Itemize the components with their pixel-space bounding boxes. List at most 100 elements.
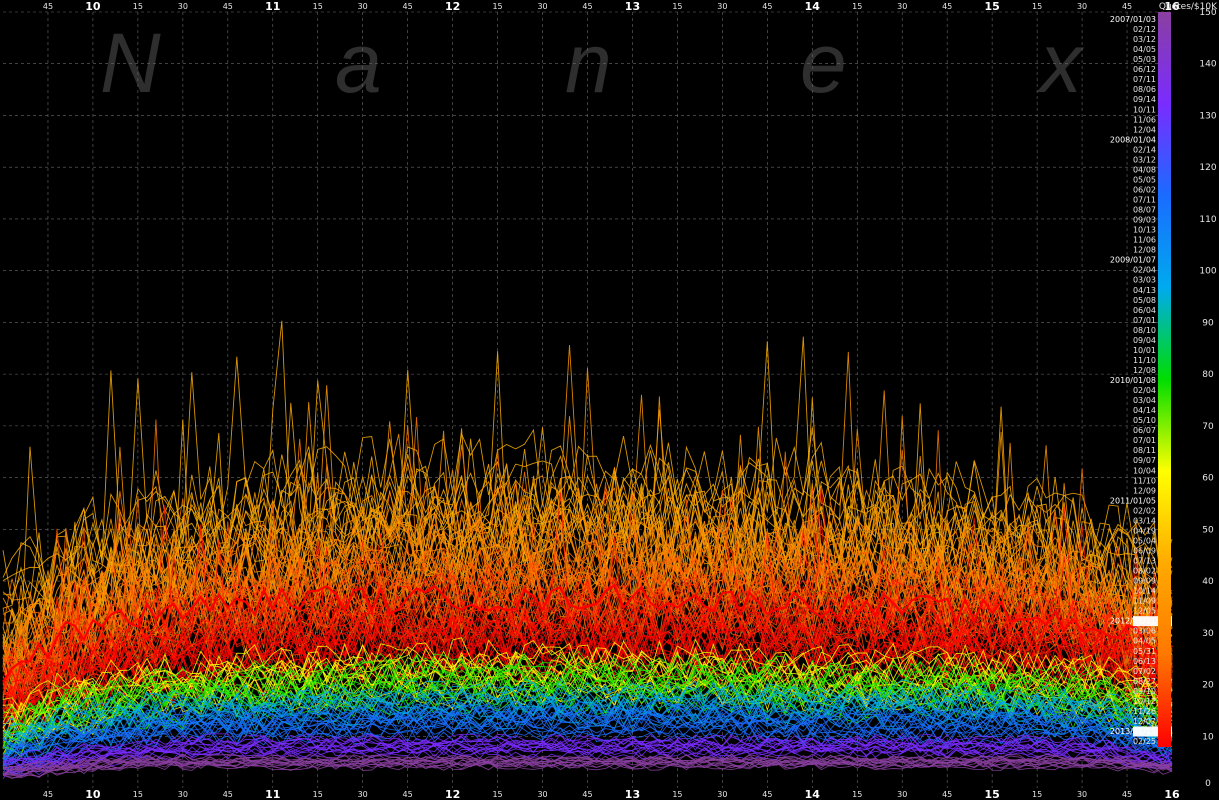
x-tick-label-top: 45 [942,2,952,11]
x-tick-label-bottom: 13 [625,788,640,800]
date-label: 09/10 [1133,687,1156,696]
date-label: 03/03 [1133,276,1156,285]
x-tick-label-bottom: 30 [358,790,368,799]
date-label: 07/01 [1133,436,1156,445]
x-tick-label-bottom: 45 [762,790,772,799]
x-tick-label-top: 30 [1077,2,1087,11]
date-label: 07/11 [1133,75,1156,84]
date-label: 09/14 [1133,95,1156,104]
watermark-letter: x [1036,16,1085,110]
x-tick-label-bottom: 45 [43,790,53,799]
date-label: 12/08 [1133,246,1156,255]
y-tick-label: 150 [1199,8,1216,18]
date-label: 2010/01/08 [1110,376,1156,385]
date-label: 03/04 [1133,396,1156,405]
date-label: 10/13 [1133,226,1156,235]
x-tick-label-bottom: 14 [805,788,821,800]
date-label: 2007/01/03 [1110,15,1156,24]
x-tick-label-bottom: 45 [942,790,952,799]
date-label: 2011/01/05 [1110,496,1156,505]
date-label: 2013/01/15 [1110,727,1156,736]
x-tick-label-top: 10 [85,0,101,13]
colorbar-bar [1158,12,1171,747]
date-label: 10/04 [1133,466,1156,475]
date-label: 11/06 [1133,115,1156,124]
x-tick-label-bottom: 45 [403,790,413,799]
date-label: 05/04 [1133,536,1156,545]
x-tick-label-bottom: 45 [223,790,233,799]
date-label: 03/14 [1133,516,1156,525]
chart-canvas: Na n e x 45 10 15 30 45 11 15 30 45 12 15 30 45 13 15 30 45… [0,0,1219,800]
y-tick-label: 110 [1199,215,1216,225]
date-label: 03/12 [1133,35,1156,44]
x-tick-label-bottom: 10 [85,788,101,800]
y-tick-label: 0 [1205,779,1211,789]
y-tick-label: 80 [1202,370,1214,380]
date-label: 12/07 [1133,717,1156,726]
date-label: 07/13 [1133,557,1156,566]
date-label: 06/12 [1133,65,1156,74]
watermark-letter: n [565,16,612,110]
x-tick-label-bottom: 30 [717,790,727,799]
x-tick-label-top: 45 [403,2,413,11]
x-tick-label-top: 15 [1032,2,1042,11]
x-tick-label-bottom: 15 [492,790,502,799]
date-label: 05/05 [1133,175,1156,184]
date-label: 11/10 [1133,476,1156,485]
date-label: 08/06 [1133,85,1156,94]
date-label: 08/07 [1133,206,1156,215]
x-tick-label-top: 14 [805,0,821,13]
x-tick-label-top: 30 [717,2,727,11]
date-label: 06/07 [1133,426,1156,435]
x-tick-label-top: 30 [897,2,907,11]
y-tick-label: 100 [1199,267,1216,277]
date-label: 04/13 [1133,286,1156,295]
x-tick-label-top: 30 [358,2,368,11]
x-tick-label-top: 45 [223,2,233,11]
date-label: 05/10 [1133,416,1156,425]
x-tick-label-top: 15 [492,2,502,11]
date-label: 10/01 [1133,346,1156,355]
date-label: 03/12 [1133,155,1156,164]
y-tick-label: 120 [1199,163,1216,173]
date-label: 04/08 [1133,165,1156,174]
date-label: 06/09 [1133,546,1156,555]
date-label: 04/14 [1133,406,1156,415]
date-label: 05/31 [1133,647,1156,656]
y-tick-label: 90 [1202,318,1214,328]
date-label: 10/12 [1133,697,1156,706]
date-label: 08/27 [1133,677,1156,686]
date-label: 05/08 [1133,296,1156,305]
x-tick-label-top: 13 [625,0,640,13]
date-label: 11/09 [1133,597,1156,606]
x-tick-label-bottom: 15 [672,790,682,799]
watermark-letter: N [100,16,161,110]
date-label: 12/09 [1133,486,1156,495]
date-label: 08/02 [1133,567,1156,576]
date-label: 2008/01/04 [1110,135,1156,144]
date-label: 02/04 [1133,266,1156,275]
y-tick-label: 140 [1199,60,1216,70]
x-tick-label-top: 45 [43,2,53,11]
x-tick-label-top: 12 [445,0,460,13]
x-tick-label-top: 15 [672,2,682,11]
date-label: 11/06 [1133,236,1156,245]
x-tick-label-bottom: 12 [445,788,460,800]
date-label: 05/03 [1133,55,1156,64]
date-label: 02/12 [1133,25,1156,34]
x-tick-label-bottom: 45 [1122,790,1132,799]
date-label: 12/05 [1133,607,1156,616]
x-tick-label-top: 15 [133,2,143,11]
watermark-letter: e [800,16,847,110]
y-tick-label: 60 [1202,474,1214,484]
x-tick-label-bottom: 15 [1032,790,1042,799]
x-tick-label-bottom: 30 [897,790,907,799]
date-label: 04/19 [1133,526,1156,535]
date-label: 09/09 [1133,577,1156,586]
x-tick-label-bottom: 30 [1077,790,1087,799]
date-label: 07/01 [1133,316,1156,325]
x-tick-label-top: 30 [537,2,547,11]
date-label: 06/02 [1133,185,1156,194]
date-label: 04/05 [1133,637,1156,646]
date-label: 10/11 [1133,105,1156,114]
